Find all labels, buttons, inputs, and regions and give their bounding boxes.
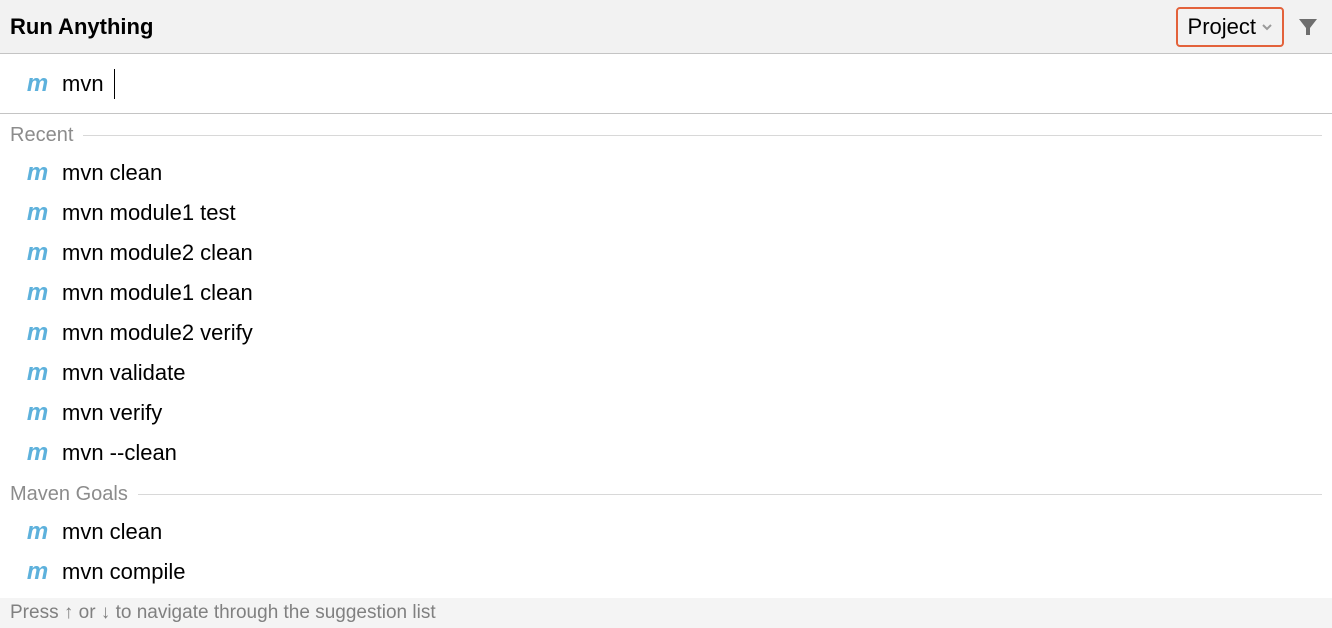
list-item[interactable]: m mvn clean [0,153,1332,193]
list-item-text: mvn compile [62,559,185,585]
maven-icon: m [22,281,52,305]
section-header-recent: Recent [0,124,1332,149]
maven-icon: m [22,161,52,185]
dialog-header: Run Anything Project [0,0,1332,54]
section-label: Recent [10,124,73,147]
list-item-text: mvn verify [62,400,162,426]
list-item[interactable]: m mvn module2 verify [0,313,1332,353]
list-item-text: mvn clean [62,160,162,186]
list-item-text: mvn clean [62,519,162,545]
maven-icon: m [22,401,52,425]
search-input[interactable]: mvn [62,69,115,99]
list-item-text: mvn module2 clean [62,240,253,266]
list-item-text: mvn module1 clean [62,280,253,306]
recent-list: m mvn clean m mvn module1 test m mvn mod… [0,149,1332,473]
dialog-title: Run Anything [10,14,153,40]
maven-icon: m [22,241,52,265]
maven-icon: m [22,361,52,385]
list-item-text: mvn module1 test [62,200,236,226]
maven-icon: m [22,441,52,465]
maven-icon: m [22,201,52,225]
scope-dropdown[interactable]: Project [1176,7,1284,47]
search-input-text: mvn [62,71,110,97]
list-item[interactable]: m mvn validate [0,353,1332,393]
section-label: Maven Goals [10,483,128,506]
header-controls: Project [1176,7,1324,47]
maven-icon: m [22,520,52,544]
text-cursor [114,69,115,99]
maven-goals-list: m mvn clean m mvn compile [0,508,1332,592]
chevron-down-icon [1260,20,1274,34]
list-item[interactable]: m mvn compile [0,552,1332,592]
scope-label: Project [1188,14,1256,40]
section-divider [83,135,1322,136]
list-item[interactable]: m mvn --clean [0,433,1332,473]
filter-icon [1297,16,1319,38]
search-row[interactable]: m mvn [0,54,1332,114]
hint-text: Press ↑ or ↓ to navigate through the sug… [10,602,436,624]
list-item[interactable]: m mvn verify [0,393,1332,433]
section-maven-goals: Maven Goals m mvn clean m mvn compile [0,473,1332,592]
maven-icon: m [22,321,52,345]
filter-button[interactable] [1292,11,1324,43]
list-item[interactable]: m mvn module1 clean [0,273,1332,313]
list-item-text: mvn module2 verify [62,320,253,346]
list-item[interactable]: m mvn module2 clean [0,233,1332,273]
maven-icon: m [22,72,52,96]
list-item[interactable]: m mvn clean [0,512,1332,552]
list-item-text: mvn --clean [62,440,177,466]
section-recent: Recent m mvn clean m mvn module1 test m … [0,114,1332,473]
section-divider [138,494,1322,495]
hint-footer: Press ↑ or ↓ to navigate through the sug… [0,598,1332,628]
list-item-text: mvn validate [62,360,186,386]
list-item[interactable]: m mvn module1 test [0,193,1332,233]
section-header-maven-goals: Maven Goals [0,483,1332,508]
maven-icon: m [22,560,52,584]
